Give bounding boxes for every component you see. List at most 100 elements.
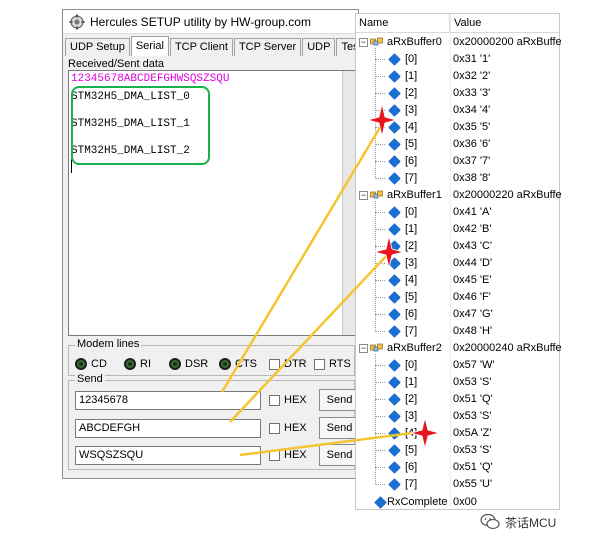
watch-element-index: [2]: [405, 87, 418, 99]
tab-tcp-client[interactable]: TCP Client: [169, 38, 233, 56]
watch-element-index: [4]: [405, 427, 418, 439]
variable-icon: [388, 70, 401, 83]
watch-row-element[interactable]: [1] 0x53 'S': [356, 374, 559, 391]
send-input-3[interactable]: WSQSZSQU: [75, 445, 261, 465]
led-indicator-icon: [75, 358, 87, 370]
watch-element-value: 0x34 '4': [453, 104, 491, 116]
watch-element-value: 0x51 'Q': [453, 393, 493, 405]
watch-row-element[interactable]: [2] 0x43 'C': [356, 238, 559, 255]
watch-row-element[interactable]: [3] 0x34 '4': [356, 102, 559, 119]
checkbox-dtr[interactable]: DTR: [269, 358, 307, 370]
variable-icon: [388, 274, 401, 287]
watch-var-name: aRxBuffer0: [387, 36, 442, 48]
variable-icon: [388, 461, 401, 474]
checkbox-rts[interactable]: RTS: [314, 358, 351, 370]
watch-row-element[interactable]: [3] 0x53 'S': [356, 408, 559, 425]
tree-connector: [375, 365, 385, 366]
tab-udp-setup[interactable]: UDP Setup: [65, 38, 130, 56]
tree-connector: [375, 433, 385, 434]
watch-row-element[interactable]: [5] 0x53 'S': [356, 442, 559, 459]
value-column-header[interactable]: Value: [450, 14, 481, 32]
wechat-icon: [480, 513, 500, 530]
checkbox-icon[interactable]: [269, 394, 280, 406]
watch-row-element[interactable]: [4] 0x45 'E': [356, 272, 559, 289]
watch-row-element[interactable]: [2] 0x51 'Q': [356, 391, 559, 408]
watch-row-element[interactable]: [0] 0x57 'W': [356, 357, 559, 374]
collapse-toggle-icon[interactable]: −: [359, 344, 368, 353]
watch-row-element[interactable]: [2] 0x33 '3': [356, 85, 559, 102]
received-scrollbar[interactable]: [342, 71, 356, 335]
watch-element-index: [1]: [405, 376, 418, 388]
watch-row-rxcomplete[interactable]: RxComplete 0x00: [356, 494, 559, 511]
watch-element-value: 0x32 '2': [453, 70, 491, 82]
hercules-app-icon: [69, 14, 85, 29]
variable-icon: [388, 257, 401, 270]
send-button-2[interactable]: Send: [319, 417, 360, 439]
watch-element-value: 0x53 'S': [453, 376, 492, 388]
watch-row-element[interactable]: [1] 0x32 '2': [356, 68, 559, 85]
variable-icon: [388, 308, 401, 321]
watch-row-element[interactable]: [0] 0x41 'A': [356, 204, 559, 221]
variable-icon: [388, 172, 401, 185]
send-button-1[interactable]: Send: [319, 389, 360, 411]
watch-row-group[interactable]: − aRxBuffer1 0x20000220 aRxBuffer...: [356, 187, 561, 204]
checkbox-icon[interactable]: [269, 422, 280, 434]
hex-checkbox-3[interactable]: HEX: [269, 449, 317, 461]
received-data-label: Received/Sent data: [68, 58, 165, 70]
watch-row-element[interactable]: [6] 0x47 'G': [356, 306, 559, 323]
tree-connector: [375, 450, 385, 451]
watch-element-index: [3]: [405, 104, 418, 116]
watch-row-group[interactable]: − aRxBuffer2 0x20000240 aRxBuffer...: [356, 340, 561, 357]
watch-element-value: 0x44 'D': [453, 257, 493, 269]
led-ri: RI: [124, 358, 151, 370]
watch-header: Name Value: [356, 14, 559, 33]
watch-element-value: 0x51 'Q': [453, 461, 493, 473]
watch-row-element[interactable]: [7] 0x48 'H': [356, 323, 559, 340]
variable-icon: [388, 393, 401, 406]
watch-row-element[interactable]: [6] 0x51 'Q': [356, 459, 559, 476]
checkbox-icon[interactable]: [314, 358, 325, 370]
variable-icon: [388, 53, 401, 66]
watch-row-group[interactable]: − aRxBuffer0 0x20000200 aRxBuffer...: [356, 34, 561, 51]
watch-row-element[interactable]: [4] 0x35 '5': [356, 119, 559, 136]
variable-icon: [388, 240, 401, 253]
checkbox-icon[interactable]: [269, 358, 280, 370]
watch-element-value: 0x35 '5': [453, 121, 491, 133]
watch-row-element[interactable]: [1] 0x42 'B': [356, 221, 559, 238]
variable-icon: [388, 121, 401, 134]
watch-element-index: [3]: [405, 257, 418, 269]
hex-checkbox-2[interactable]: HEX: [269, 422, 317, 434]
name-column-header[interactable]: Name: [356, 14, 450, 32]
collapse-toggle-icon[interactable]: −: [359, 38, 368, 47]
tab-tcp-server[interactable]: TCP Server: [233, 38, 302, 56]
tab-serial[interactable]: Serial: [130, 36, 169, 56]
send-button-3[interactable]: Send: [319, 444, 360, 466]
watch-var-name: aRxBuffer2: [387, 342, 442, 354]
hex-checkbox-1[interactable]: HEX: [269, 394, 317, 406]
received-data-area[interactable]: 12345678ABCDEFGHWSQSZSQU STM32H5_DMA_LIS…: [68, 70, 357, 336]
tree-connector: [375, 110, 385, 111]
watch-row-element[interactable]: [5] 0x36 '6': [356, 136, 559, 153]
send-input-1[interactable]: 12345678: [75, 390, 261, 410]
send-group: Send 12345678 HEX Send ABCDEFGH HEX Send…: [68, 373, 360, 470]
watch-row-element[interactable]: [0] 0x31 '1': [356, 51, 559, 68]
watch-row-element[interactable]: [3] 0x44 'D': [356, 255, 559, 272]
watch-row-element[interactable]: [7] 0x55 'U': [356, 476, 559, 493]
watch-row-element[interactable]: [5] 0x46 'F': [356, 289, 559, 306]
variable-icon: [388, 444, 401, 457]
watch-row-element[interactable]: [6] 0x37 '7': [356, 153, 559, 170]
watch-element-value: 0x41 'A': [453, 206, 492, 218]
watch-element-index: [4]: [405, 274, 418, 286]
tree-connector: [375, 59, 385, 60]
send-title: Send: [75, 373, 105, 385]
window-title: Hercules SETUP utility by HW-group.com: [90, 14, 311, 29]
collapse-toggle-icon[interactable]: −: [359, 191, 368, 200]
send-input-2[interactable]: ABCDEFGH: [75, 418, 261, 438]
tree-connector: [375, 76, 385, 77]
variable-icon: [388, 87, 401, 100]
watch-row-element[interactable]: [7] 0x38 '8': [356, 170, 559, 187]
variable-icon: [388, 325, 401, 338]
checkbox-icon[interactable]: [269, 449, 280, 461]
watch-row-element[interactable]: [4] 0x5A 'Z': [356, 425, 559, 442]
tab-udp[interactable]: UDP: [302, 38, 336, 56]
